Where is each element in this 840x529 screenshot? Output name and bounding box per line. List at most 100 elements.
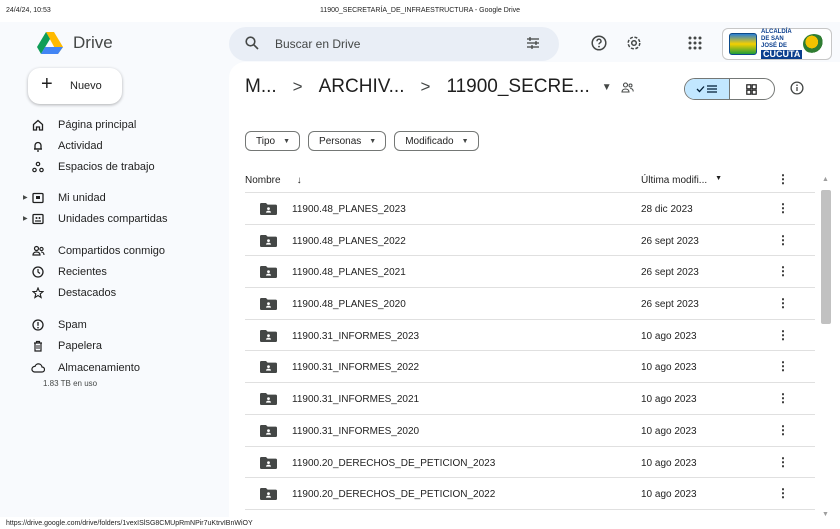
org-name-small: ALCALDÍA DE SAN JOSÉ DE — [761, 28, 792, 49]
sidebar-item-workspaces[interactable]: Espacios de trabajo — [30, 157, 155, 177]
file-name: 11900.48_PLANES_2020 — [292, 299, 406, 311]
breadcrumb-separator: > — [292, 77, 303, 96]
expand-caret-icon[interactable]: ▶ — [23, 215, 28, 222]
column-modified-label: Última modifi... — [641, 175, 708, 186]
sort-arrow-down-icon[interactable]: ↓ — [297, 175, 302, 186]
scrollbar-thumb[interactable] — [821, 190, 831, 324]
table-row[interactable]: 11900.48_PLANES_2023 28 dic 2023 ⋮ — [245, 193, 815, 225]
filter-people-chip[interactable]: Personas ▼ — [308, 131, 387, 151]
drive-logo-icon — [37, 32, 63, 54]
sidebar-item-label: Actividad — [58, 140, 103, 152]
more-options-icon[interactable]: ⋮ — [777, 172, 789, 186]
file-name: 11900.20_DERECHOS_DE_PETICION_2022 — [292, 489, 496, 501]
filter-type-chip[interactable]: Tipo ▼ — [245, 131, 301, 151]
more-options-icon[interactable]: ⋮ — [777, 296, 789, 310]
sidebar-item-label: Spam — [58, 319, 87, 331]
grid-view-button[interactable] — [730, 79, 775, 99]
file-modified-date: 26 sept 2023 — [641, 299, 699, 311]
breadcrumb-separator: > — [420, 77, 431, 96]
sidebar-item-starred[interactable]: Destacados — [30, 283, 116, 303]
sidebar-item-label: Recientes — [58, 266, 107, 278]
scroll-down-icon[interactable]: ▼ — [822, 511, 829, 517]
shared-folder-icon — [260, 424, 277, 437]
more-options-icon[interactable]: ⋮ — [777, 201, 789, 215]
more-options-icon[interactable]: ⋮ — [777, 486, 789, 500]
sidebar-item-trash[interactable]: Papelera — [30, 336, 102, 356]
table-row[interactable]: 11900.48_PLANES_2021 26 sept 2023 ⋮ — [245, 256, 815, 289]
shared-drives-icon — [30, 211, 46, 227]
cloud-icon — [30, 360, 46, 376]
more-options-icon[interactable]: ⋮ — [777, 264, 789, 278]
file-modified-date: 26 sept 2023 — [641, 235, 699, 247]
breadcrumb-current[interactable]: 11900_SECRE... — [446, 76, 589, 98]
print-header: 24/4/24, 10:53 11900_SECRETARÍA_DE_INFRA… — [0, 0, 840, 22]
table-row[interactable]: 11900.31_INFORMES_2023 10 ago 2023 ⋮ — [245, 320, 815, 352]
sidebar-item-home[interactable]: Página principal — [30, 115, 136, 135]
sidebar-item-activity[interactable]: Actividad — [30, 136, 103, 156]
table-row[interactable]: 11900.48_PLANES_2022 26 sept 2023 ⋮ — [245, 225, 815, 257]
file-modified-date: 10 ago 2023 — [641, 425, 697, 437]
expand-caret-icon[interactable]: ▶ — [23, 194, 28, 201]
shared-folder-icon — [260, 329, 277, 342]
new-button[interactable]: + Nuevo — [28, 68, 122, 104]
chevron-down-icon: ▼ — [715, 175, 723, 182]
more-options-icon[interactable]: ⋮ — [777, 455, 789, 469]
table-row[interactable]: 11900.31_INFORMES_2022 10 ago 2023 ⋮ — [245, 351, 815, 384]
search-icon — [245, 36, 259, 50]
sidebar-item-spam[interactable]: Spam — [30, 315, 87, 335]
sidebar-item-my-drive[interactable]: ▶ Mi unidad — [23, 188, 106, 208]
table-row[interactable]: 11900.48_PLANES_2020 26 sept 2023 ⋮ — [245, 288, 815, 320]
grid-view-icon — [746, 83, 758, 95]
apps-grid-icon[interactable] — [685, 33, 705, 53]
search-input[interactable]: Buscar en Drive — [275, 37, 360, 51]
list-view-button[interactable] — [685, 79, 730, 99]
star-icon — [30, 285, 46, 301]
more-options-icon[interactable]: ⋮ — [777, 391, 789, 405]
more-options-icon[interactable]: ⋮ — [777, 233, 789, 247]
breadcrumb-item[interactable]: M... — [245, 76, 277, 98]
sidebar-item-label: Papelera — [58, 340, 103, 352]
search-bar[interactable]: Buscar en Drive — [229, 27, 559, 61]
last-modified-header[interactable]: Última modifi... ▼ — [641, 175, 722, 186]
sort-by-name-header[interactable]: Nombre ↓ — [245, 175, 302, 186]
table-row[interactable]: 11900.31_INFORMES_2020 10 ago 2023 ⋮ — [245, 415, 815, 447]
sidebar-item-label: Destacados — [58, 287, 117, 299]
file-name: 11900.48_PLANES_2023 — [292, 204, 406, 215]
breadcrumb-item[interactable]: ARCHIV... — [319, 76, 405, 98]
shared-folder-icon — [260, 361, 277, 374]
account-org-badge[interactable]: ALCALDÍA DE SAN JOSÉ DE CÚCUTA — [722, 28, 832, 60]
filter-modified-chip[interactable]: Modificado ▼ — [394, 131, 479, 151]
plus-icon: + — [41, 73, 53, 95]
city-crest-icon — [729, 33, 757, 55]
sidebar-item-storage[interactable]: Almacenamiento — [30, 358, 140, 378]
file-name: 11900.31_INFORMES_2023 — [292, 330, 420, 342]
shared-folder-icon — [260, 456, 277, 469]
sidebar-item-label: Unidades compartidas — [58, 213, 168, 225]
info-icon[interactable] — [790, 81, 804, 95]
chevron-down-icon: ▼ — [283, 137, 291, 145]
help-icon[interactable] — [589, 33, 609, 53]
shared-folder-icon — [260, 203, 277, 215]
more-options-icon[interactable]: ⋮ — [777, 359, 789, 373]
settings-icon[interactable] — [624, 33, 644, 53]
file-name: 11900.48_PLANES_2022 — [292, 235, 406, 247]
org-logo-icon — [803, 34, 825, 54]
table-row[interactable]: 11900.20_DERECHOS_DE_PETICION_2022 10 ago… — [245, 478, 815, 510]
sidebar-item-shared-drives[interactable]: ▶ Unidades compartidas — [23, 209, 168, 229]
more-options-icon[interactable]: ⋮ — [777, 423, 789, 437]
sidebar-item-recent[interactable]: Recientes — [30, 262, 107, 282]
table-row[interactable]: 11900.31_INFORMES_2021 10 ago 2023 ⋮ — [245, 383, 815, 415]
drive-logo[interactable]: Drive — [37, 32, 113, 54]
view-toggle — [684, 78, 775, 100]
folder-menu-dropdown-icon[interactable]: ▼ — [602, 82, 612, 93]
search-options-icon[interactable] — [526, 36, 540, 50]
scroll-up-icon[interactable]: ▲ — [822, 176, 829, 183]
more-options-icon[interactable]: ⋮ — [777, 328, 789, 342]
file-name: 11900.31_INFORMES_2020 — [292, 425, 420, 437]
sidebar-item-shared-with-me[interactable]: Compartidos conmigo — [30, 241, 165, 261]
table-row[interactable]: 11900.20_DERECHOS_DE_PETICION_2023 10 ago… — [245, 447, 815, 479]
file-name: 11900.20_DERECHOS_DE_PETICION_2023 — [292, 457, 496, 469]
scrollbar[interactable]: ▲ ▼ — [818, 176, 834, 517]
folder-members-icon[interactable] — [621, 82, 634, 93]
table-row[interactable]: 11900.20_DERECHOS_DE_PETICION_202110 ago… — [245, 510, 815, 517]
